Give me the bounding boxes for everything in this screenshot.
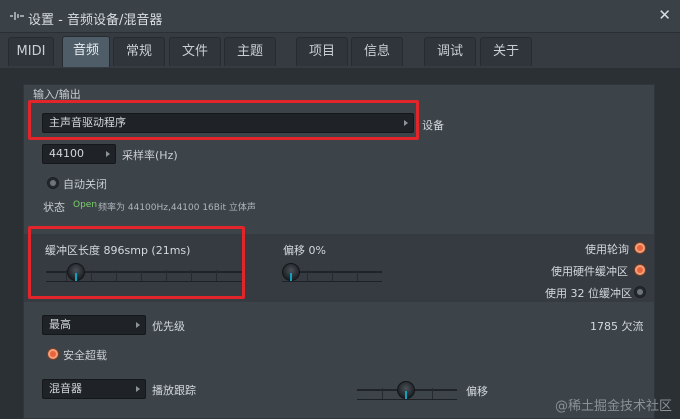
- close-icon[interactable]: ✕: [658, 8, 671, 23]
- tab-debug[interactable]: 调试: [424, 37, 476, 66]
- mixer-value: 混音器: [49, 382, 82, 395]
- tab-project[interactable]: 项目: [296, 37, 348, 66]
- autoclose-label: 自动关闭: [63, 178, 107, 191]
- use-32bit-buffer-radio[interactable]: [634, 286, 646, 298]
- dropdown-arrow-icon: [106, 151, 110, 157]
- autoclose-radio[interactable]: [47, 177, 59, 189]
- priority-dropdown[interactable]: 最高: [42, 315, 146, 335]
- watermark-text: @稀土掘金技术社区: [554, 399, 672, 414]
- tab-general[interactable]: 常规: [113, 37, 165, 66]
- use-polling-label: 使用轮询: [585, 243, 629, 256]
- buffer-highlight-box: [28, 226, 245, 299]
- playback-tracking-label: 播放跟踪: [152, 384, 196, 397]
- status-label: 状态: [43, 201, 65, 214]
- tab-file[interactable]: 文件: [169, 37, 221, 66]
- offset-slider-knob[interactable]: [282, 263, 300, 281]
- use-32bit-buffer-label: 使用 32 位缓冲区: [545, 287, 632, 300]
- tab-audio[interactable]: 音频: [62, 36, 110, 67]
- mixer-offset-slider[interactable]: [357, 380, 457, 402]
- tab-theme[interactable]: 主题: [224, 37, 276, 66]
- tab-info[interactable]: 信息: [351, 37, 403, 66]
- safe-overload-radio[interactable]: [47, 348, 59, 360]
- samplerate-label: 采样率(Hz): [122, 149, 178, 162]
- mixer-dropdown[interactable]: 混音器: [42, 379, 146, 399]
- device-highlight-box: [28, 100, 419, 140]
- mixer-offset-slider-knob[interactable]: [397, 381, 415, 399]
- use-hw-buffer-label: 使用硬件缓冲区: [551, 265, 628, 278]
- priority-value: 最高: [49, 318, 71, 331]
- fl-studio-icon: [10, 12, 24, 20]
- priority-label: 优先级: [152, 320, 185, 333]
- use-polling-radio[interactable]: [634, 242, 646, 254]
- dropdown-arrow-icon: [136, 322, 140, 328]
- status-open-text: Open: [73, 200, 98, 210]
- underrun-count: 1785 欠流: [590, 320, 644, 333]
- tab-about[interactable]: 关于: [480, 37, 532, 66]
- tab-midi[interactable]: MIDI: [8, 37, 54, 66]
- samplerate-value: 44100: [49, 147, 84, 160]
- safe-overload-label: 安全超载: [63, 349, 107, 362]
- use-hw-buffer-radio[interactable]: [634, 264, 646, 276]
- offset-slider[interactable]: [282, 262, 382, 284]
- status-info-text: 频率为 44100Hz,44100 16Bit 立体声: [98, 203, 256, 213]
- tab-bar: MIDI 音频 常规 文件 主题 项目 信息 调试 关于: [0, 33, 680, 68]
- device-label: 设备: [422, 119, 444, 132]
- dropdown-arrow-icon: [136, 386, 140, 392]
- window-title: 设置 - 音频设备/混音器: [28, 13, 163, 28]
- title-bar: 设置 - 音频设备/混音器 ✕: [0, 0, 680, 33]
- offset-label: 偏移 0%: [283, 244, 326, 257]
- samplerate-dropdown[interactable]: 44100: [42, 144, 116, 164]
- mixer-offset-label: 偏移: [466, 385, 488, 398]
